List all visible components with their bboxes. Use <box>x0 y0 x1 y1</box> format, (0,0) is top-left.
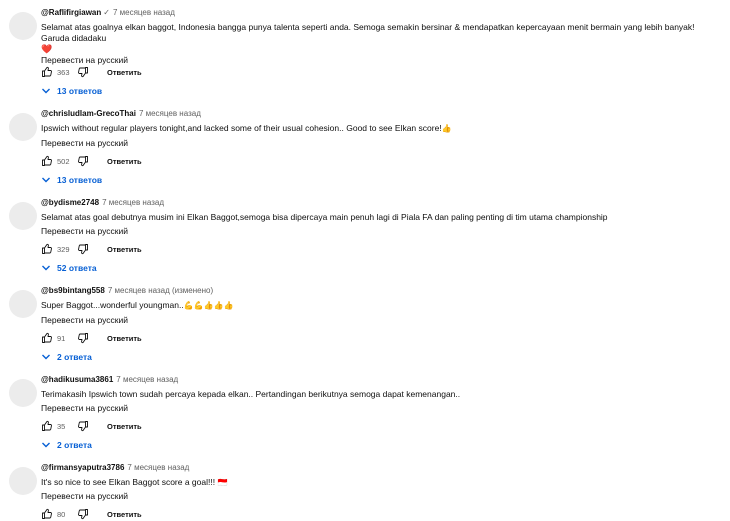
view-replies-button[interactable]: 2 ответа <box>41 440 92 450</box>
comment-author[interactable]: @Raflifirgiawan <box>41 8 101 17</box>
translate-link[interactable]: Перевести на русский <box>41 403 128 413</box>
replies-count: 52 ответа <box>57 263 97 273</box>
comment-header: @hadikusuma3861 7 месяцев назад <box>41 375 178 385</box>
translate-link[interactable]: Перевести на русский <box>41 226 128 236</box>
translate-link[interactable]: Перевести на русский <box>41 315 128 325</box>
replies-count: 2 ответа <box>57 352 92 362</box>
comment-author[interactable]: @chrisludlam-GrecoThai <box>41 109 136 118</box>
comment-body: Selamat atas goal debutnya musim ini Elk… <box>41 212 608 222</box>
comment-header: @Raflifirgiawan ✓ 7 месяцев назад <box>41 8 175 18</box>
comment-actions: 502 Ответить <box>41 154 142 168</box>
dislike-icon[interactable] <box>77 66 89 78</box>
comment-text: Selamat atas goal debutnya musim ini Elk… <box>41 212 721 223</box>
view-replies-button[interactable]: 52 ответа <box>41 263 97 273</box>
chevron-down-icon <box>42 442 50 448</box>
like-count: 80 <box>57 509 66 519</box>
comment-body: Terimakasih Ipswich town sudah percaya k… <box>41 389 461 399</box>
avatar[interactable] <box>9 467 37 495</box>
comment-time[interactable]: 7 месяцев назад (изменено) <box>108 286 213 295</box>
comment-body: Super Baggot...wonderful youngman.. <box>41 300 184 310</box>
comment-header: @chrisludlam-GrecoThai 7 месяцев назад <box>41 109 201 119</box>
comment-actions: 91 Ответить <box>41 331 142 345</box>
comment-author[interactable]: @bs9bintang558 <box>41 286 105 295</box>
translate-link[interactable]: Перевести на русский <box>41 138 128 148</box>
comment-header: @bydisme2748 7 месяцев назад <box>41 198 164 208</box>
comment-text: Ipswich without regular players tonight,… <box>41 123 721 134</box>
comment-actions: 329 Ответить <box>41 242 142 256</box>
comment-actions: 35 Ответить <box>41 419 142 433</box>
like-count: 329 <box>57 244 70 254</box>
view-replies-button[interactable]: 2 ответа <box>41 352 92 362</box>
dislike-icon[interactable] <box>77 155 89 167</box>
like-icon[interactable] <box>41 155 53 167</box>
like-icon[interactable] <box>41 332 53 344</box>
like-icon[interactable] <box>41 66 53 78</box>
reply-button[interactable]: Ответить <box>107 68 142 77</box>
thumbs-up-emoji-icon: 👍 <box>441 124 452 133</box>
comment-author[interactable]: @hadikusuma3861 <box>41 375 113 384</box>
view-replies-button[interactable]: 13 ответов <box>41 175 102 185</box>
chevron-down-icon <box>42 354 50 360</box>
comment-time[interactable]: 7 месяцев назад <box>102 198 164 207</box>
avatar[interactable] <box>9 113 37 141</box>
like-count: 363 <box>57 67 70 77</box>
dislike-icon[interactable] <box>77 508 89 520</box>
reply-button[interactable]: Ответить <box>107 157 142 166</box>
translate-link[interactable]: Перевести на русский <box>41 55 128 65</box>
comment-text: Selamat atas goalnya elkan baggot, Indon… <box>41 22 721 55</box>
comment-text: Terimakasih Ipswich town sudah percaya k… <box>41 389 721 400</box>
avatar[interactable] <box>9 290 37 318</box>
reply-button[interactable]: Ответить <box>107 245 142 254</box>
reply-button[interactable]: Ответить <box>107 334 142 343</box>
comment-author[interactable]: @bydisme2748 <box>41 198 99 207</box>
avatar[interactable] <box>9 202 37 230</box>
comment-body: Selamat atas goalnya elkan baggot, Indon… <box>41 22 695 43</box>
like-icon[interactable] <box>41 420 53 432</box>
comment-text: It's so nice to see Elkan Baggot score a… <box>41 477 721 488</box>
comment-body: It's so nice to see Elkan Baggot score a… <box>41 477 218 487</box>
comment-author[interactable]: @firmansyaputra3786 <box>41 463 124 472</box>
comment-actions: 80 Ответить <box>41 507 142 521</box>
avatar[interactable] <box>9 379 37 407</box>
translate-link[interactable]: Перевести на русский <box>41 491 128 501</box>
verified-check-icon: ✓ <box>103 8 110 17</box>
reply-button[interactable]: Ответить <box>107 422 142 431</box>
dislike-icon[interactable] <box>77 243 89 255</box>
like-icon[interactable] <box>41 243 53 255</box>
chevron-down-icon <box>42 265 50 271</box>
comment-text: Super Baggot...wonderful youngman..💪💪👍👍👍 <box>41 300 721 311</box>
dislike-icon[interactable] <box>77 332 89 344</box>
reply-button[interactable]: Ответить <box>107 510 142 519</box>
replies-count: 13 ответов <box>57 175 103 185</box>
like-count: 35 <box>57 421 66 431</box>
comment-time[interactable]: 7 месяцев назад <box>127 463 189 472</box>
comment-body: Ipswich without regular players tonight,… <box>41 123 442 133</box>
comment-header: @bs9bintang558 7 месяцев назад (изменено) <box>41 286 213 296</box>
heart-emoji-icon: ❤️ <box>41 44 53 54</box>
chevron-down-icon <box>42 88 50 94</box>
flag-emoji-icon: 🇮🇩 <box>217 478 228 487</box>
avatar[interactable] <box>9 12 37 40</box>
comment-header: @firmansyaputra3786 7 месяцев назад <box>41 463 189 473</box>
comment-time[interactable]: 7 месяцев назад <box>116 375 178 384</box>
like-count: 91 <box>57 333 66 343</box>
chevron-down-icon <box>42 177 50 183</box>
like-count: 502 <box>57 156 70 166</box>
emoji-icons: 💪💪👍👍👍 <box>183 301 234 310</box>
replies-count: 2 ответа <box>57 440 92 450</box>
view-replies-button[interactable]: 13 ответов <box>41 86 102 96</box>
comment-actions: 363 Ответить <box>41 65 142 79</box>
comment-time[interactable]: 7 месяцев назад <box>139 109 201 118</box>
replies-count: 13 ответов <box>57 86 103 96</box>
comment-time[interactable]: 7 месяцев назад <box>113 8 175 17</box>
dislike-icon[interactable] <box>77 420 89 432</box>
like-icon[interactable] <box>41 508 53 520</box>
